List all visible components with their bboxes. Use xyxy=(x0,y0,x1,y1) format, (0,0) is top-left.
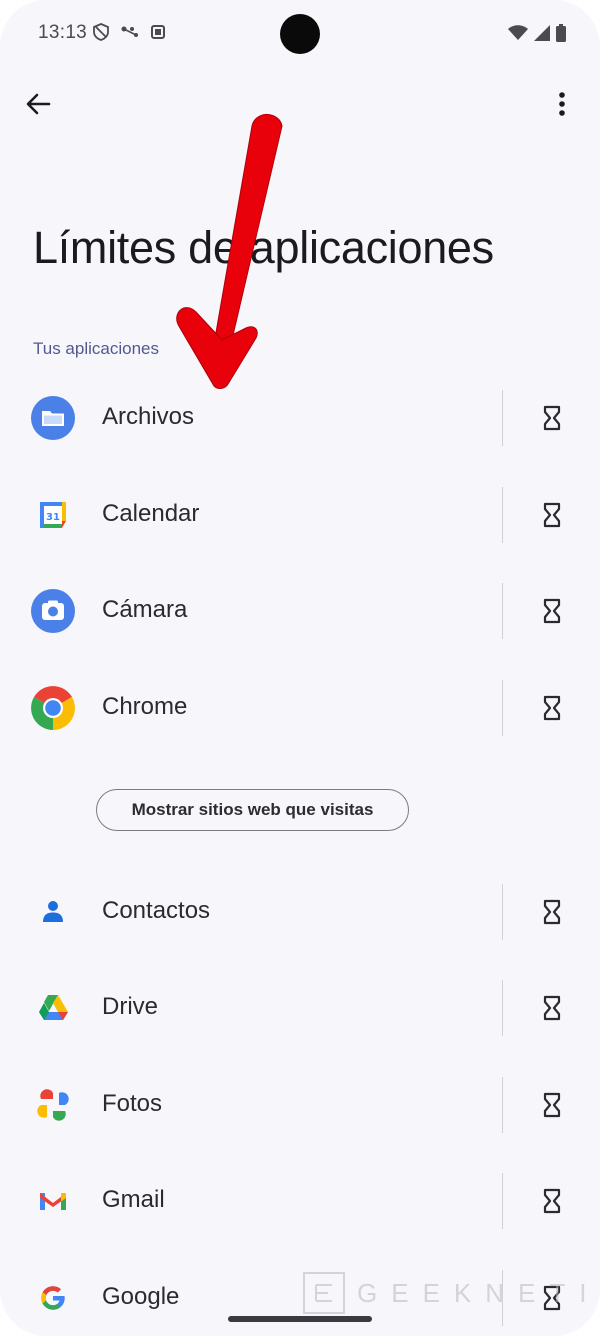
show-websites-button[interactable]: Mostrar sitios web que visitas xyxy=(96,789,409,831)
app-row-gmail[interactable]: Gmail xyxy=(0,1153,600,1249)
status-icons-right xyxy=(508,24,566,42)
front-camera xyxy=(280,14,320,54)
more-vert-icon xyxy=(559,92,565,116)
app-label: Archivos xyxy=(102,403,195,430)
app-timer-button[interactable] xyxy=(530,1179,574,1223)
status-time: 13:13 xyxy=(38,22,88,43)
hourglass-icon xyxy=(543,995,561,1021)
app-row-fotos[interactable]: Fotos xyxy=(0,1057,600,1153)
calendar-icon: 31 xyxy=(31,493,75,537)
drive-icon xyxy=(31,986,75,1030)
row-divider xyxy=(502,390,503,446)
photos-icon xyxy=(31,1083,75,1127)
row-divider xyxy=(502,583,503,639)
app-timer-button[interactable] xyxy=(530,396,574,440)
row-divider xyxy=(502,980,503,1036)
page-title: Límites de aplicaciones xyxy=(33,222,494,273)
app-label: Gmail xyxy=(102,1186,165,1213)
gmail-icon xyxy=(31,1179,75,1223)
app-label: Contactos xyxy=(102,897,211,924)
app-timer-button[interactable] xyxy=(530,1083,574,1127)
app-timer-button[interactable] xyxy=(530,890,574,934)
battery-icon xyxy=(556,24,566,42)
cell-signal-icon xyxy=(534,25,550,41)
hourglass-icon xyxy=(543,598,561,624)
hourglass-icon xyxy=(543,899,561,925)
app-notification-icon xyxy=(151,25,165,39)
hourglass-icon xyxy=(543,502,561,528)
hourglass-icon xyxy=(543,695,561,721)
app-label: Chrome xyxy=(102,693,188,720)
app-row-contactos[interactable]: Contactos xyxy=(0,864,600,960)
app-row-calendar[interactable]: 31 Calendar xyxy=(0,467,600,563)
app-row-archivos[interactable]: Archivos xyxy=(0,370,600,466)
camera-icon xyxy=(31,589,75,633)
app-label: Calendar xyxy=(102,500,200,527)
arrow-back-icon xyxy=(26,93,51,115)
phone-screen: 13:13 Límites de aplicaciones Tus aplica… xyxy=(0,0,600,1336)
app-row-drive[interactable]: Drive xyxy=(0,960,600,1056)
app-label: Google xyxy=(102,1283,180,1310)
app-label: Drive xyxy=(102,993,159,1020)
files-icon xyxy=(31,396,75,440)
wifi-icon xyxy=(508,25,528,40)
section-header: Tus aplicaciones xyxy=(33,339,159,358)
vpn-key-icon xyxy=(121,26,138,37)
app-timer-button[interactable] xyxy=(530,986,574,1030)
back-button[interactable] xyxy=(18,84,58,124)
row-divider xyxy=(502,1173,503,1229)
hourglass-icon xyxy=(543,1188,561,1214)
app-label: Fotos xyxy=(102,1090,163,1117)
app-label: Cámara xyxy=(102,596,188,623)
app-row-camara[interactable]: Cámara xyxy=(0,563,600,659)
svg-text:31: 31 xyxy=(46,512,60,523)
row-divider xyxy=(502,680,503,736)
google-icon xyxy=(31,1276,75,1320)
app-timer-button[interactable] xyxy=(530,589,574,633)
contacts-icon xyxy=(31,890,75,934)
app-timer-button[interactable] xyxy=(530,493,574,537)
status-bar: 13:13 xyxy=(0,0,600,66)
watermark-text: GEEKNETIC xyxy=(357,1277,600,1308)
privacy-shield-icon xyxy=(93,23,109,41)
app-row-chrome[interactable]: Chrome xyxy=(0,660,600,756)
hourglass-icon xyxy=(543,1092,561,1118)
row-divider xyxy=(502,1077,503,1133)
row-divider xyxy=(502,884,503,940)
more-options-button[interactable] xyxy=(542,84,582,124)
row-divider xyxy=(502,487,503,543)
status-icons-left xyxy=(92,23,166,41)
home-indicator[interactable] xyxy=(228,1316,372,1322)
watermark: GEEKNETIC xyxy=(303,1272,600,1314)
watermark-logo-icon xyxy=(303,1272,345,1314)
chrome-icon xyxy=(31,686,75,730)
hourglass-icon xyxy=(543,405,561,431)
app-timer-button[interactable] xyxy=(530,686,574,730)
